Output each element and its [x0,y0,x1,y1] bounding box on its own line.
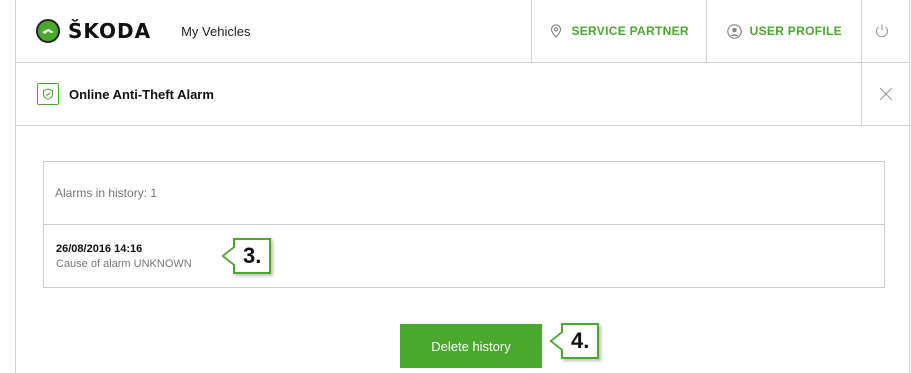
shield-icon [37,83,59,105]
close-icon [879,87,892,101]
logout-button[interactable] [861,0,909,62]
power-icon [875,24,888,38]
skoda-logo-icon [36,19,60,43]
step-3-label: 3. [233,238,272,274]
alarm-history-panel: Alarms in history: 1 26/08/2016 14:16 Ca… [43,161,885,288]
page-title: Online Anti-Theft Alarm [69,86,214,102]
alarm-list-item[interactable]: 26/08/2016 14:16 Cause of alarm UNKNOWN [44,225,884,287]
callout-pointer [221,245,235,267]
step-3-callout: 3. [221,238,272,274]
step-4-label: 4. [561,323,600,359]
app-frame: ŠKODA My Vehicles SERVICE PARTNER USER P… [15,0,910,373]
service-partner-label: SERVICE PARTNER [571,24,689,38]
callout-pointer [549,330,563,352]
brand-name: ŠKODA [68,19,152,43]
service-partner-button[interactable]: SERVICE PARTNER [530,0,707,62]
close-button[interactable] [861,63,909,125]
alarm-datetime: 26/08/2016 14:16 [56,243,143,255]
panel-title-bar: Online Anti-Theft Alarm [16,63,909,126]
brand-area[interactable]: ŠKODA My Vehicles [16,0,531,62]
step-4-callout: 4. [549,323,600,359]
alarm-history-count: Alarms in history: 1 [44,162,884,225]
top-navigation-bar: ŠKODA My Vehicles SERVICE PARTNER USER P… [16,0,909,63]
user-icon [726,23,742,39]
user-profile-button[interactable]: USER PROFILE [706,0,861,62]
user-profile-label: USER PROFILE [749,24,842,38]
delete-history-button[interactable]: Delete history [400,324,542,368]
location-pin-icon [551,24,562,38]
alarm-cause: Cause of alarm UNKNOWN [56,258,192,270]
my-vehicles-link[interactable]: My Vehicles [181,24,250,39]
